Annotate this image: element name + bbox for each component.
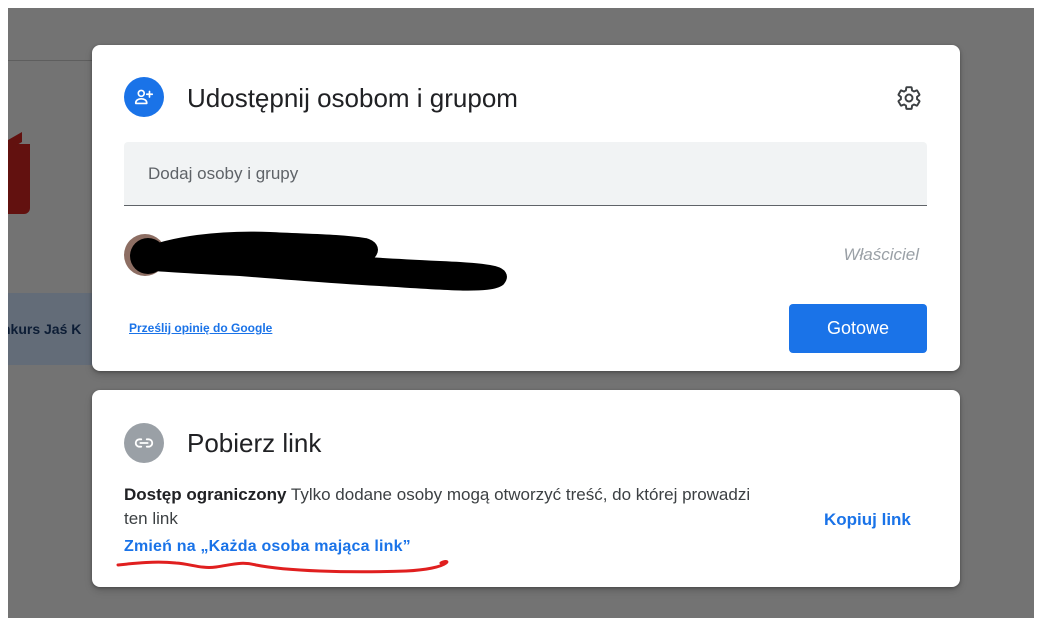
copy-link-button[interactable]: Kopiuj link	[824, 510, 911, 530]
get-link-dialog: Pobierz link Dostęp ograniczony Tylko do…	[92, 390, 960, 587]
done-button[interactable]: Gotowe	[789, 304, 927, 353]
owner-row: Właściciel	[124, 231, 927, 291]
red-underline-annotation	[116, 560, 449, 574]
send-feedback-link[interactable]: Prześlij opinię do Google	[129, 321, 272, 335]
owner-role-label: Właściciel	[843, 245, 919, 264]
access-description: Dostęp ograniczony Tylko dodane osoby mo…	[124, 483, 764, 531]
screen: nkurs Jaś K Udostępnij osobom i grupom W	[0, 0, 1038, 620]
change-access-link[interactable]: Zmień na „Każda osoba mająca link”	[124, 538, 411, 556]
get-link-title: Pobierz link	[187, 428, 322, 458]
redaction-scribble	[140, 231, 507, 291]
add-people-input[interactable]	[124, 142, 927, 206]
person-add-icon	[124, 77, 164, 117]
gear-icon[interactable]	[894, 83, 924, 113]
link-icon	[124, 423, 164, 463]
share-dialog-title: Udostępnij osobom i grupom	[187, 83, 518, 113]
access-level-label[interactable]: Dostęp ograniczony	[124, 485, 286, 504]
share-dialog: Udostępnij osobom i grupom Właściciel Pr…	[92, 45, 960, 371]
